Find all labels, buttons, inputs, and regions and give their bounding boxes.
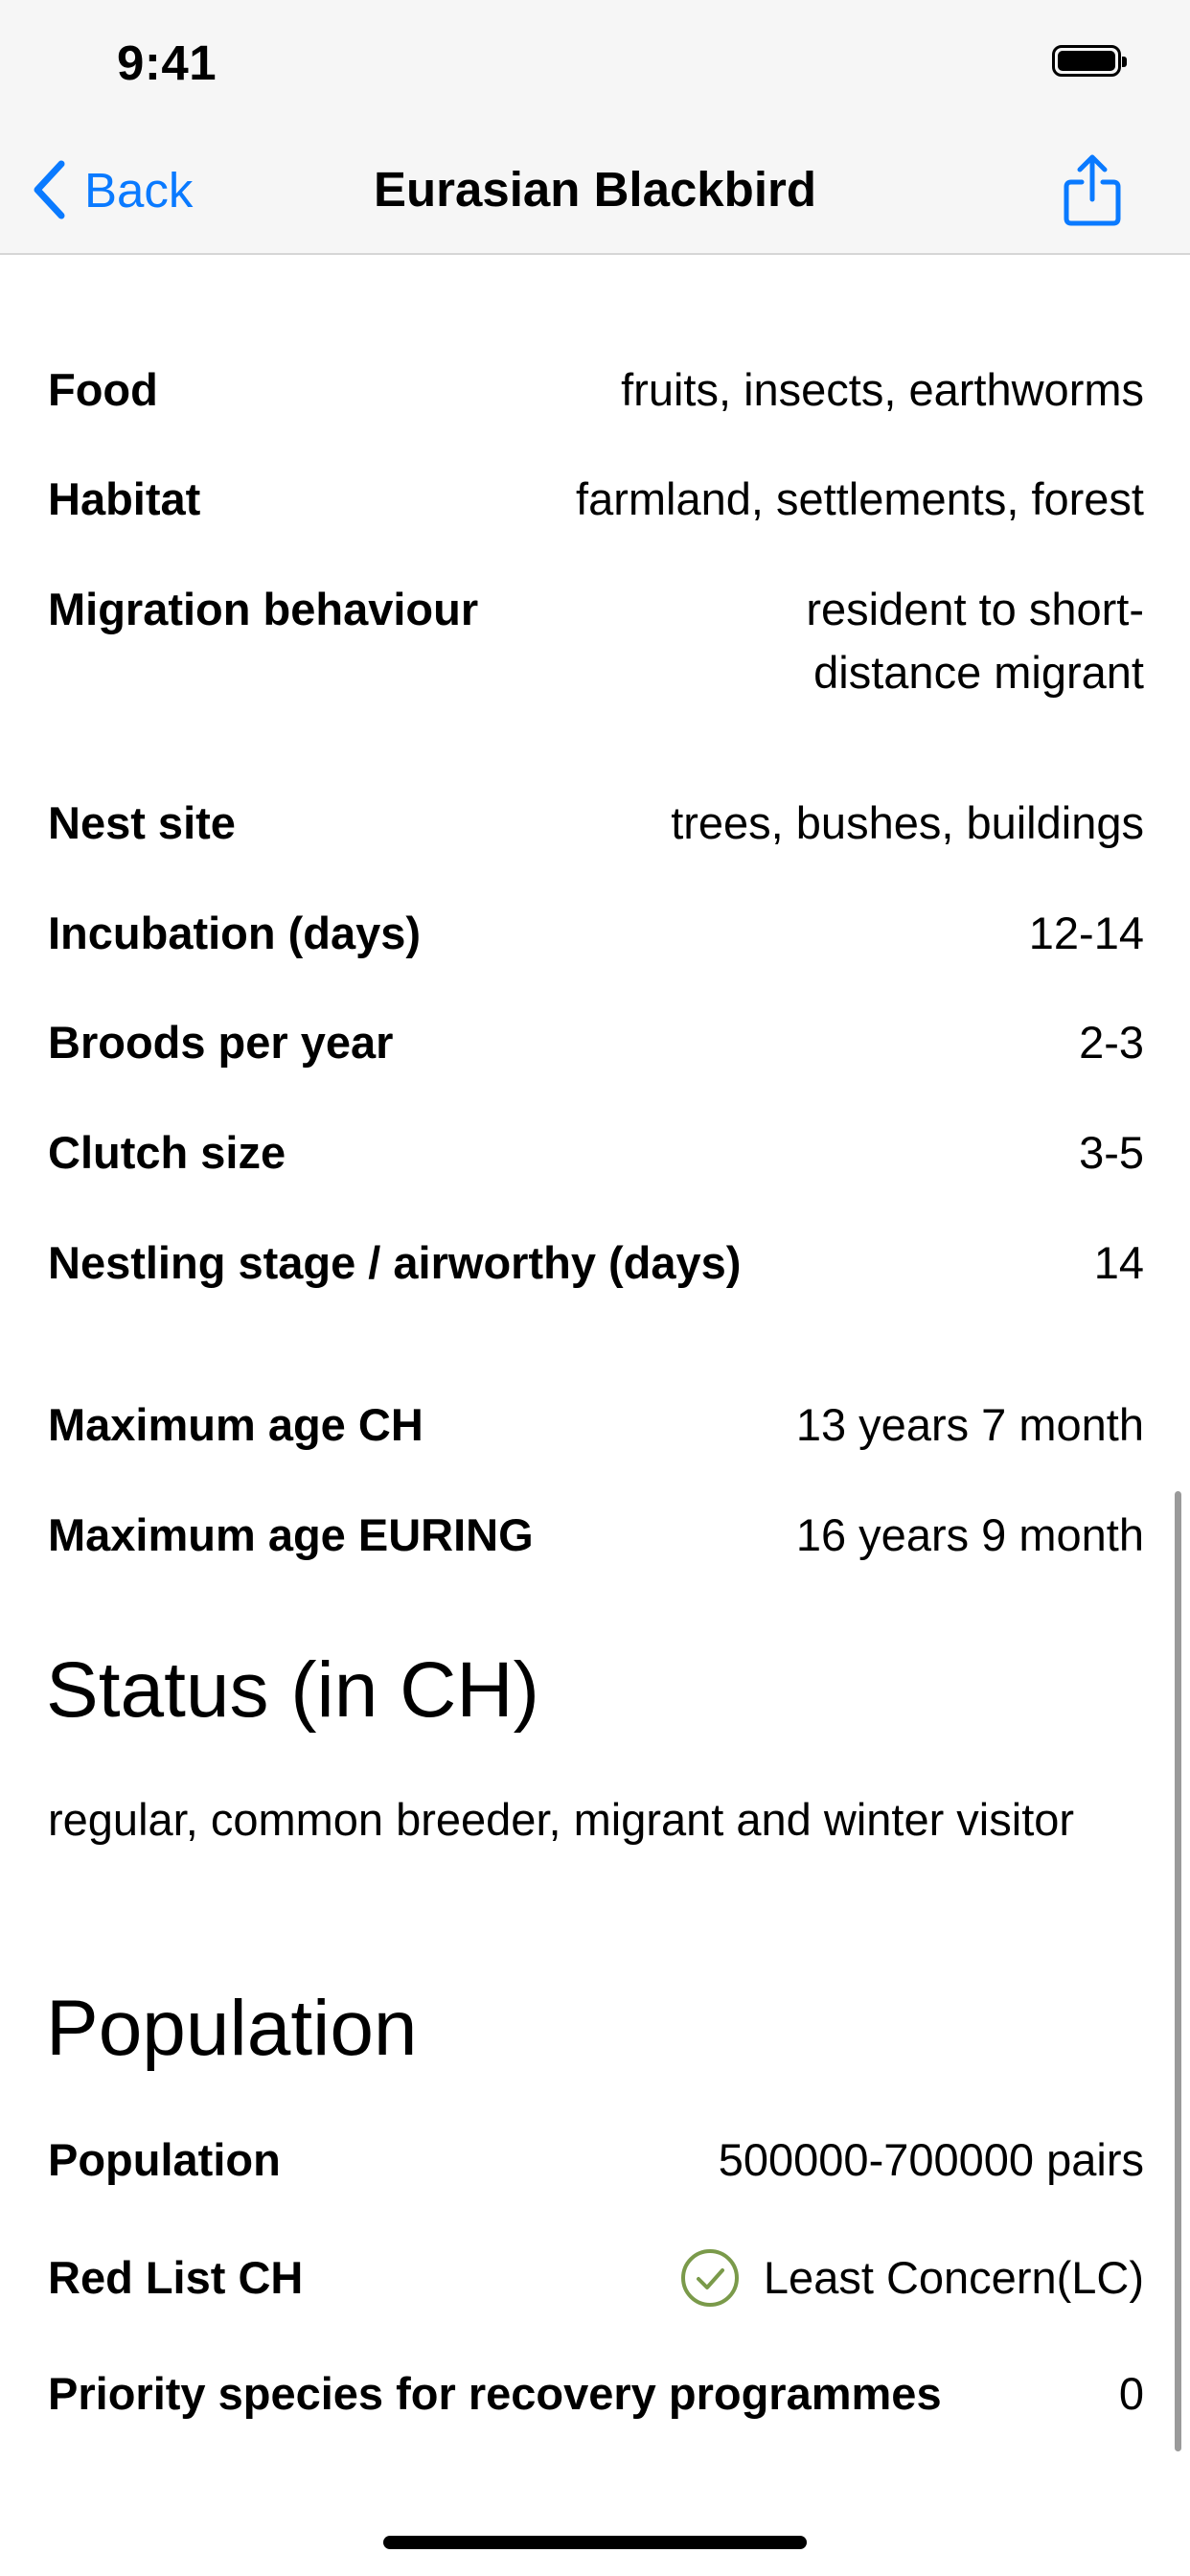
share-icon	[1064, 154, 1121, 226]
max-age-ch-value: 13 years 7 month	[795, 1399, 1144, 1450]
food-value: fruits, insects, earthworms	[621, 364, 1144, 415]
max-age-euring-label: Maximum age EURING	[48, 1509, 534, 1560]
detail-row-max-age-euring: Maximum age EURING 16 years 9 month	[48, 1504, 1144, 1567]
status-time: 9:41	[117, 35, 217, 90]
battery-full-icon	[1052, 45, 1127, 77]
population-value: 500000-700000 pairs	[718, 2134, 1144, 2185]
red-list-value-container: Least Concern(LC)	[679, 2246, 1144, 2310]
share-button[interactable]	[1062, 153, 1123, 226]
priority-label: Priority species for recovery programmes	[48, 2368, 942, 2419]
detail-row-clutch: Clutch size 3-5	[48, 1121, 1144, 1184]
priority-value: 0	[1118, 2368, 1144, 2419]
detail-row-broods: Broods per year 2-3	[48, 1011, 1144, 1074]
nest-site-value: trees, bushes, buildings	[671, 797, 1144, 848]
detail-row-population: Population 500000-700000 pairs	[48, 2128, 1144, 2192]
population-label: Population	[48, 2134, 281, 2185]
clutch-label: Clutch size	[48, 1127, 286, 1178]
clutch-value: 3-5	[1079, 1127, 1144, 1178]
habitat-label: Habitat	[48, 473, 201, 524]
detail-row-food: Food fruits, insects, earthworms	[48, 358, 1144, 422]
detail-row-migration: Migration behaviour resident to short-di…	[48, 578, 1144, 704]
screen: 9:41 Back Eurasian Blackbird Food fruits…	[0, 0, 1190, 2576]
food-label: Food	[48, 364, 158, 415]
migration-label: Migration behaviour	[48, 584, 479, 634]
nestling-label: Nestling stage / airworthy (days)	[48, 1237, 742, 1288]
red-list-value: Least Concern(LC)	[763, 2252, 1144, 2303]
status-text: regular, common breeder, migrant and win…	[48, 1794, 1075, 1845]
migration-value: resident to short-distance migrant	[806, 584, 1144, 698]
navigation-bar: 9:41 Back Eurasian Blackbird	[0, 0, 1190, 255]
max-age-euring-value: 16 years 9 month	[795, 1509, 1144, 1560]
max-age-ch-label: Maximum age CH	[48, 1399, 423, 1450]
nestling-value: 14	[1093, 1237, 1144, 1288]
detail-row-max-age-ch: Maximum age CH 13 years 7 month	[48, 1393, 1144, 1457]
page-title: Eurasian Blackbird	[373, 162, 816, 217]
broods-label: Broods per year	[48, 1017, 394, 1068]
status-section-title: Status (in CH)	[46, 1646, 539, 1734]
incubation-label: Incubation (days)	[48, 908, 422, 958]
check-circle-icon	[680, 2249, 739, 2307]
detail-row-incubation: Incubation (days) 12-14	[48, 902, 1144, 965]
red-list-label: Red List CH	[48, 2252, 304, 2303]
home-indicator[interactable]	[383, 2536, 807, 2549]
scrollbar[interactable]	[1175, 1491, 1181, 2451]
detail-row-red-list: Red List CH Least Concern(LC)	[48, 2246, 1144, 2310]
detail-row-priority: Priority species for recovery programmes…	[48, 2362, 1144, 2426]
habitat-value: farmland, settlements, forest	[576, 473, 1144, 524]
broods-value: 2-3	[1079, 1017, 1144, 1068]
detail-content[interactable]: Food fruits, insects, earthworms Habitat…	[0, 255, 1190, 2576]
detail-row-nest-site: Nest site trees, bushes, buildings	[48, 792, 1144, 855]
detail-row-habitat: Habitat farmland, settlements, forest	[48, 468, 1144, 531]
incubation-value: 12-14	[1028, 908, 1144, 958]
nest-site-label: Nest site	[48, 797, 236, 848]
detail-row-nestling: Nestling stage / airworthy (days) 14	[48, 1231, 1144, 1295]
population-section-title: Population	[46, 1985, 418, 2072]
